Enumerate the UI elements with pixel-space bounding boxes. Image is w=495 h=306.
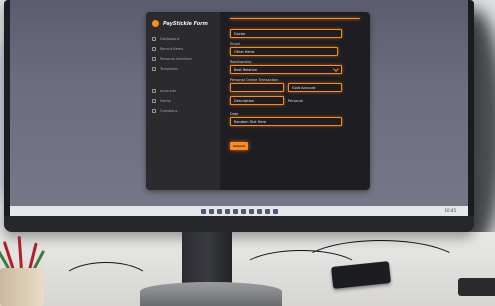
account-field-a[interactable] (230, 83, 284, 92)
cable (60, 262, 152, 304)
wallet-icon (152, 89, 156, 93)
sidebar-item-personal[interactable]: Personal Interface (152, 57, 214, 61)
folder-icon[interactable] (216, 208, 222, 214)
sidebar-item-templates[interactable]: Templates (152, 67, 214, 71)
sidebar-item-label: Recent Items (160, 47, 183, 51)
grid-icon (152, 37, 156, 41)
app-icon[interactable] (264, 208, 270, 214)
brand: PayStickle Form (152, 20, 214, 27)
sidebar-item-label: Forms (160, 99, 171, 103)
sidebar-item-dashboard[interactable]: Dashboard (152, 37, 214, 41)
email-field[interactable]: Other fields (230, 47, 338, 56)
account-row-1: Gold Account (230, 83, 360, 96)
sidebar-item-recent[interactable]: Recent Items (152, 47, 214, 51)
account-label: Personal Online Transaction (230, 78, 279, 82)
form-main: Doctor Email Other fields Relationship B… (220, 12, 370, 190)
account-col-d: Personal (288, 96, 303, 109)
header-divider (230, 18, 360, 19)
submit-button[interactable]: Submit (230, 142, 248, 150)
plant-pot (0, 268, 44, 306)
sidebar-nav: Dashboard Recent Items Personal Interfac… (152, 37, 214, 113)
email-label: Email (230, 42, 240, 46)
browser-icon[interactable] (224, 208, 230, 214)
notes-label: Date (230, 112, 239, 116)
mail-icon[interactable] (232, 208, 238, 214)
name-field[interactable]: Doctor (230, 29, 342, 38)
app-icon[interactable] (240, 208, 246, 214)
brand-name: PayStickle Form (163, 20, 208, 27)
relationship-label: Relationship (230, 60, 252, 64)
app-icon[interactable] (272, 208, 278, 214)
template-icon (152, 67, 156, 71)
notes-field[interactable]: Random Text Here (230, 117, 342, 126)
sidebar-item-forms[interactable]: Forms (152, 99, 214, 103)
sidebar-item-label: Personal Interface (160, 57, 192, 61)
taskbar-clock: 10:45 (444, 208, 456, 213)
desk-device (458, 278, 495, 296)
sidebar-item-label: Templates (160, 67, 178, 71)
plant (0, 234, 46, 272)
form-app-window: PayStickle Form Dashboard Recent Items P… (146, 12, 370, 190)
taskbar: 10:45 (10, 206, 468, 216)
account-field-b[interactable]: Gold Account (288, 83, 342, 92)
account-field-c[interactable]: Description (230, 96, 284, 105)
start-icon[interactable] (200, 208, 206, 214)
list-icon (152, 47, 156, 51)
app-icon[interactable] (248, 208, 254, 214)
app-icon[interactable] (256, 208, 262, 214)
help-icon (152, 109, 156, 113)
sidebar-item-label: Accounts (160, 89, 176, 93)
monitor-bezel (4, 216, 474, 232)
user-icon (152, 57, 156, 61)
relationship-select[interactable]: Best Relative (230, 65, 342, 74)
account-field-d-label: Personal (288, 99, 303, 103)
sidebar-item-label: Questions (160, 109, 178, 113)
sidebar-item-accounts[interactable]: Accounts (152, 89, 214, 93)
leaf (17, 235, 23, 271)
chevron-down-icon (333, 65, 339, 72)
brand-logo-icon (152, 20, 159, 27)
sidebar: PayStickle Form Dashboard Recent Items P… (146, 12, 220, 190)
account-row-2: Description Personal (230, 96, 360, 109)
relationship-value: Best Relative (234, 67, 257, 72)
sidebar-item-questions[interactable]: Questions (152, 109, 214, 113)
form-icon (152, 99, 156, 103)
monitor: PayStickle Form Dashboard Recent Items P… (4, 0, 474, 232)
monitor-stand-neck (182, 232, 232, 284)
monitor-screen: PayStickle Form Dashboard Recent Items P… (10, 0, 468, 216)
account-col-c: Description (230, 96, 284, 109)
search-icon[interactable] (208, 208, 214, 214)
sidebar-item-label: Dashboard (160, 37, 179, 41)
